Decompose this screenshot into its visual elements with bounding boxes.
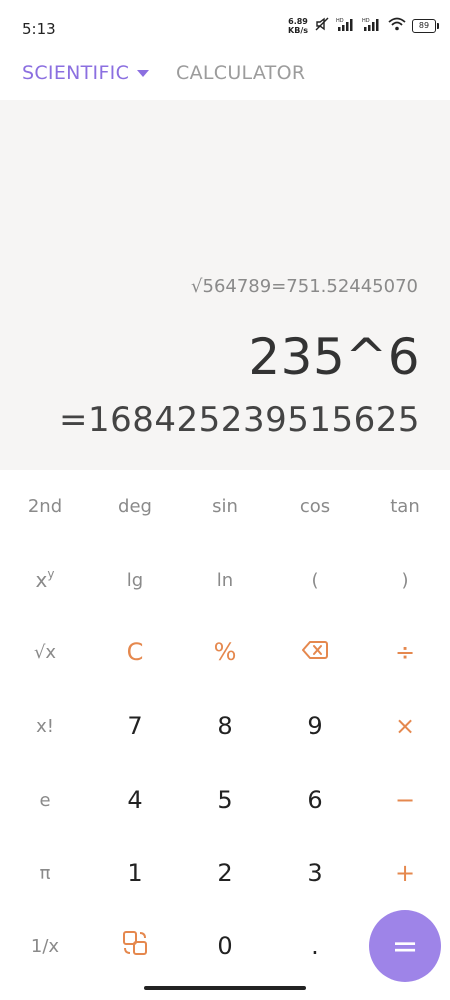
key-deg[interactable]: deg bbox=[90, 476, 180, 536]
backspace-icon bbox=[302, 638, 328, 666]
key-sqrt[interactable]: √x bbox=[0, 622, 90, 682]
equals-button[interactable]: = bbox=[369, 910, 441, 982]
net-speed: 6.89 KB/s bbox=[288, 17, 308, 35]
key-tan[interactable]: tan bbox=[360, 476, 450, 536]
key-cos[interactable]: cos bbox=[270, 476, 360, 536]
power-exponent: y bbox=[47, 567, 55, 581]
key-divide[interactable]: ÷ bbox=[360, 622, 450, 682]
history-line[interactable]: √564789=751.52445070 bbox=[191, 276, 418, 297]
result: =168425239515625 bbox=[59, 400, 420, 440]
key-6[interactable]: 6 bbox=[270, 770, 360, 830]
tab-calculator[interactable]: CALCULATOR bbox=[176, 62, 305, 84]
status-bar: 5:13 6.89 KB/s HD HD 89 bbox=[0, 0, 450, 56]
key-8[interactable]: 8 bbox=[180, 696, 270, 756]
signal-icon: HD bbox=[336, 16, 356, 35]
key-swap[interactable] bbox=[90, 916, 180, 976]
key-7[interactable]: 7 bbox=[90, 696, 180, 756]
wifi-icon bbox=[388, 16, 406, 35]
key-lg[interactable]: lg bbox=[90, 550, 180, 610]
mode-dropdown[interactable]: SCIENTIFIC bbox=[22, 62, 150, 84]
key-e[interactable]: e bbox=[0, 770, 90, 830]
key-9[interactable]: 9 bbox=[270, 696, 360, 756]
key-multiply[interactable]: × bbox=[360, 696, 450, 756]
net-speed-value: 6.89 bbox=[288, 16, 308, 26]
net-speed-unit: KB/s bbox=[288, 25, 308, 35]
key-sin[interactable]: sin bbox=[180, 476, 270, 536]
key-reciprocal[interactable]: 1/x bbox=[0, 916, 90, 976]
key-power[interactable]: xy bbox=[0, 550, 90, 610]
chevron-down-icon bbox=[137, 69, 150, 77]
key-factorial[interactable]: x! bbox=[0, 696, 90, 756]
key-decimal[interactable]: . bbox=[270, 916, 360, 976]
key-ln[interactable]: ln bbox=[180, 550, 270, 610]
mute-icon bbox=[314, 16, 330, 35]
key-percent[interactable]: % bbox=[180, 622, 270, 682]
status-icons: 6.89 KB/s HD HD 89 bbox=[288, 16, 439, 35]
key-open-paren[interactable]: ( bbox=[270, 550, 360, 610]
key-4[interactable]: 4 bbox=[90, 770, 180, 830]
key-pi[interactable]: π bbox=[0, 843, 90, 903]
swap-icon bbox=[121, 929, 149, 963]
battery-icon: 89 bbox=[412, 18, 439, 33]
signal-icon-2: HD bbox=[362, 16, 382, 35]
key-0[interactable]: 0 bbox=[180, 916, 270, 976]
key-2nd[interactable]: 2nd bbox=[0, 476, 90, 536]
key-close-paren[interactable]: ) bbox=[360, 550, 450, 610]
key-plus[interactable]: + bbox=[360, 843, 450, 903]
svg-text:HD: HD bbox=[362, 18, 370, 24]
home-indicator[interactable] bbox=[144, 986, 306, 990]
key-backspace[interactable] bbox=[270, 622, 360, 682]
key-minus[interactable]: − bbox=[360, 770, 450, 830]
key-1[interactable]: 1 bbox=[90, 843, 180, 903]
status-time: 5:13 bbox=[22, 20, 56, 38]
svg-text:HD: HD bbox=[336, 18, 344, 24]
key-2[interactable]: 2 bbox=[180, 843, 270, 903]
display-panel: √564789=751.52445070 235^6 =168425239515… bbox=[0, 100, 450, 470]
key-5[interactable]: 5 bbox=[180, 770, 270, 830]
power-base: x bbox=[35, 568, 48, 592]
key-3[interactable]: 3 bbox=[270, 843, 360, 903]
mode-label: SCIENTIFIC bbox=[22, 62, 130, 84]
top-bar: SCIENTIFIC CALCULATOR bbox=[0, 56, 450, 100]
key-clear[interactable]: C bbox=[90, 622, 180, 682]
expression: 235^6 bbox=[248, 328, 420, 386]
